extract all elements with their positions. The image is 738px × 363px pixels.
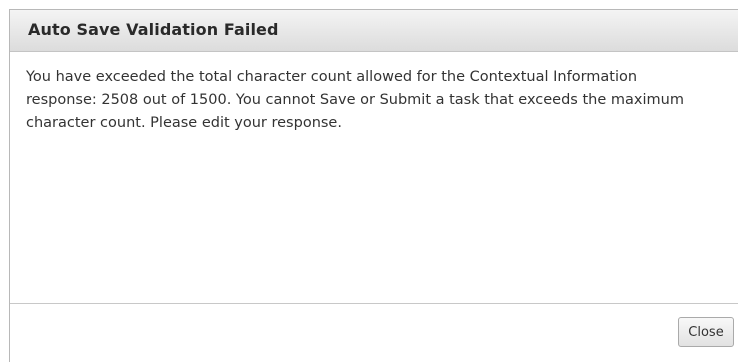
dialog-footer: Close [10,304,738,363]
dialog-header: Auto Save Validation Failed [10,10,738,52]
dialog-body: You have exceeded the total character co… [10,52,738,304]
validation-dialog: Auto Save Validation Failed You have exc… [9,9,738,362]
error-message: You have exceeded the total character co… [26,69,684,131]
dialog-title: Auto Save Validation Failed [28,20,279,39]
close-button[interactable]: Close [678,317,734,347]
